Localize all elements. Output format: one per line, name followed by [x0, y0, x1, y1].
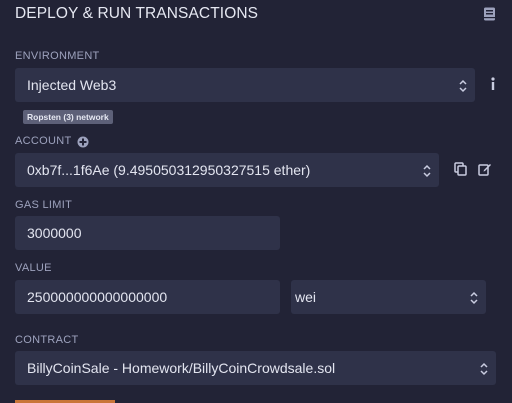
environment-info-icon[interactable]: [490, 77, 496, 96]
environment-select[interactable]: Injected Web3: [15, 68, 475, 102]
select-arrows-icon: [459, 79, 467, 93]
value-unit-select[interactable]: wei: [291, 280, 486, 314]
gas-limit-value: 3000000: [27, 225, 82, 241]
value-input[interactable]: 250000000000000000: [15, 280, 280, 314]
environment-value: Injected Web3: [27, 77, 117, 93]
select-arrows-icon: [470, 291, 478, 305]
select-arrows-icon: [480, 362, 488, 376]
panel-title: DEPLOY & RUN TRANSACTIONS: [15, 5, 259, 22]
value-amount: 250000000000000000: [27, 289, 168, 305]
add-account-icon[interactable]: [77, 135, 89, 153]
account-label: ACCOUNT: [15, 135, 72, 147]
account-value: 0xb7f...1f6Ae (9.495050312950327515 ethe…: [27, 162, 311, 178]
gas-limit-label: GAS LIMIT: [15, 199, 73, 211]
contract-label: CONTRACT: [15, 334, 79, 346]
gas-limit-input[interactable]: 3000000: [15, 216, 280, 250]
contract-value: BillyCoinSale - Homework/BillyCoinCrowds…: [27, 360, 336, 376]
value-unit: wei: [295, 289, 317, 305]
contract-select[interactable]: BillyCoinSale - Homework/BillyCoinCrowds…: [15, 351, 496, 385]
value-label: VALUE: [15, 262, 52, 274]
sign-message-icon[interactable]: [478, 162, 492, 181]
account-select[interactable]: 0xb7f...1f6Ae (9.495050312950327515 ethe…: [15, 153, 439, 187]
plugin-docs-icon[interactable]: [483, 7, 496, 21]
select-arrows-icon: [423, 164, 431, 178]
network-badge: Ropsten (3) network: [23, 110, 113, 124]
copy-address-icon[interactable]: [454, 162, 467, 181]
environment-label: ENVIRONMENT: [15, 50, 100, 62]
